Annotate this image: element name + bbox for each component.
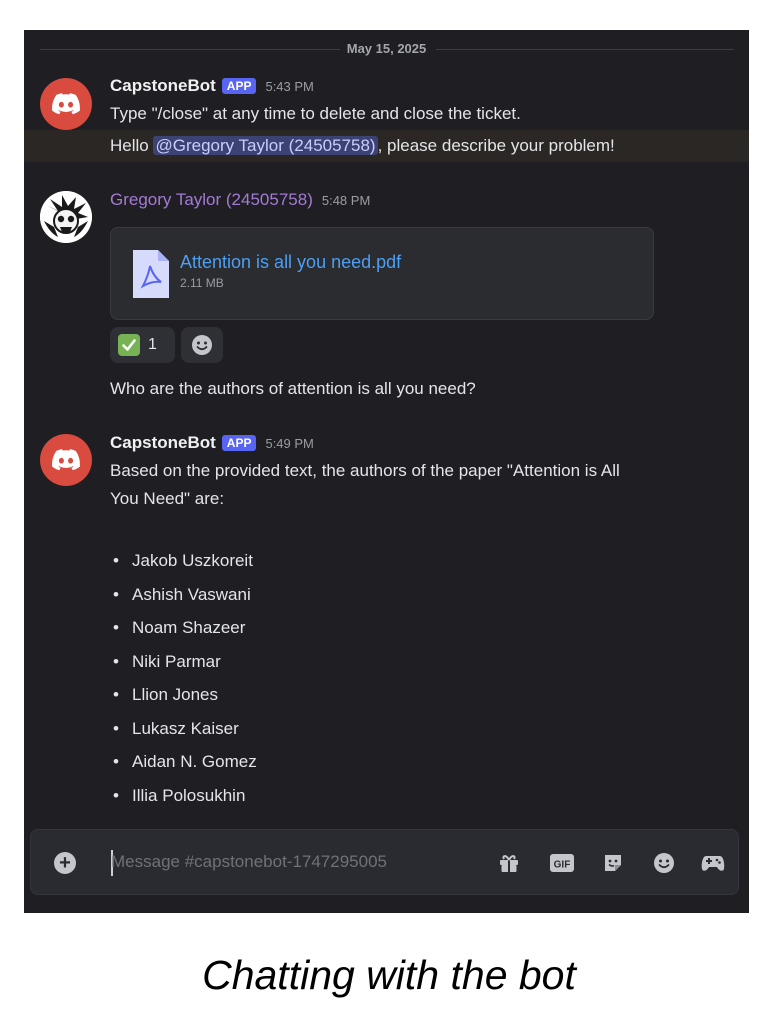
- list-item: • Noam Shazeer: [113, 618, 246, 637]
- file-attachment[interactable]: Attention is all you need.pdf 2.11 MB: [110, 227, 654, 320]
- author-name: Noam Shazeer: [132, 618, 246, 637]
- message-text: Type "/close" at any time to delete and …: [110, 104, 521, 123]
- gif-label: GIF: [554, 860, 571, 871]
- add-reaction-icon: [192, 335, 212, 355]
- bot-message-header: CapstoneBot APP 5:43 PM: [110, 76, 314, 96]
- message-input[interactable]: [111, 847, 471, 877]
- date-divider: May 15, 2025: [24, 40, 749, 58]
- user-avatar[interactable]: [40, 191, 92, 243]
- bot-message-header: CapstoneBot APP 5:49 PM: [110, 433, 314, 453]
- bot-username[interactable]: CapstoneBot: [110, 76, 216, 96]
- figure-caption: Chatting with the bot: [202, 952, 576, 998]
- message-timestamp[interactable]: 5:43 PM: [265, 79, 313, 94]
- gif-icon[interactable]: GIF: [549, 851, 575, 875]
- author-name: Jakob Uszkoreit: [132, 551, 253, 570]
- list-item: • Ashish Vaswani: [113, 584, 251, 604]
- author-name: Niki Parmar: [132, 651, 221, 671]
- message-timestamp[interactable]: 5:48 PM: [322, 193, 370, 208]
- greeting-suffix: , please describe your problem!: [377, 136, 615, 155]
- attachment-filesize: 2.11 MB: [180, 276, 224, 290]
- message-text-greeting: Hello @Gregory Taylor (24505758), please…: [110, 132, 615, 160]
- attachment-filename[interactable]: Attention is all you need.pdf: [180, 252, 401, 273]
- divider-line-right: [436, 49, 734, 50]
- emoji-icon[interactable]: [652, 851, 676, 875]
- app-badge: APP: [221, 435, 257, 451]
- add-reaction-button[interactable]: [181, 327, 223, 363]
- app-badge: APP: [221, 78, 257, 94]
- user-message-header: Gregory Taylor (24505758) 5:48 PM: [110, 190, 370, 210]
- bot-username[interactable]: CapstoneBot: [110, 433, 216, 453]
- gift-icon[interactable]: [497, 851, 521, 875]
- user-mention[interactable]: @Gregory Taylor (24505758): [153, 136, 378, 155]
- activities-icon[interactable]: [701, 851, 725, 875]
- list-item: • Aidan N. Gomez: [113, 752, 257, 771]
- bot-avatar[interactable]: [40, 434, 92, 486]
- reaction-check[interactable]: 1: [110, 327, 175, 363]
- skull-avatar-icon: [40, 191, 92, 243]
- user-message-text: Who are the authors of attention is all …: [110, 379, 476, 398]
- list-item: • Llion Jones: [113, 685, 219, 704]
- author-name: Aidan N. Gomez: [132, 752, 257, 771]
- sticker-icon[interactable]: [601, 851, 625, 875]
- message-timestamp[interactable]: 5:49 PM: [265, 436, 313, 451]
- list-item: • Illia Polosukhin: [113, 785, 246, 805]
- divider-line-left: [40, 49, 340, 50]
- add-circle-icon[interactable]: +: [54, 852, 76, 874]
- pdf-file-icon: [133, 250, 169, 298]
- check-mark-icon: [118, 334, 140, 356]
- author-name: Ashish Vaswani: [132, 584, 251, 604]
- bot-reply-line-2: You Need" are:: [110, 489, 225, 508]
- message-composer: + GIF: [30, 829, 739, 895]
- list-item: • Jakob Uszkoreit: [113, 551, 253, 570]
- list-item: • Lukasz Kaiser: [113, 718, 239, 738]
- author-name: Lukasz Kaiser: [132, 718, 239, 738]
- bot-reply-line-1: Based on the provided text, the authors …: [110, 461, 620, 480]
- discord-logo-icon: [52, 93, 80, 115]
- greeting-prefix: Hello: [110, 136, 154, 155]
- discord-logo-icon: [52, 449, 80, 471]
- bot-avatar[interactable]: [40, 78, 92, 130]
- date-label: May 15, 2025: [346, 41, 427, 56]
- author-name: Illia Polosukhin: [132, 785, 246, 805]
- chat-window: May 15, 2025 CapstoneBot APP 5:43 PM Typ…: [24, 30, 749, 913]
- author-list: • Jakob Uszkoreit • Ashish Vaswani • Noam S…: [110, 544, 257, 812]
- reaction-count: 1: [148, 336, 157, 353]
- user-username[interactable]: Gregory Taylor (24505758): [110, 190, 313, 210]
- list-item: • Niki Parmar: [113, 651, 221, 671]
- author-name: Llion Jones: [132, 685, 219, 704]
